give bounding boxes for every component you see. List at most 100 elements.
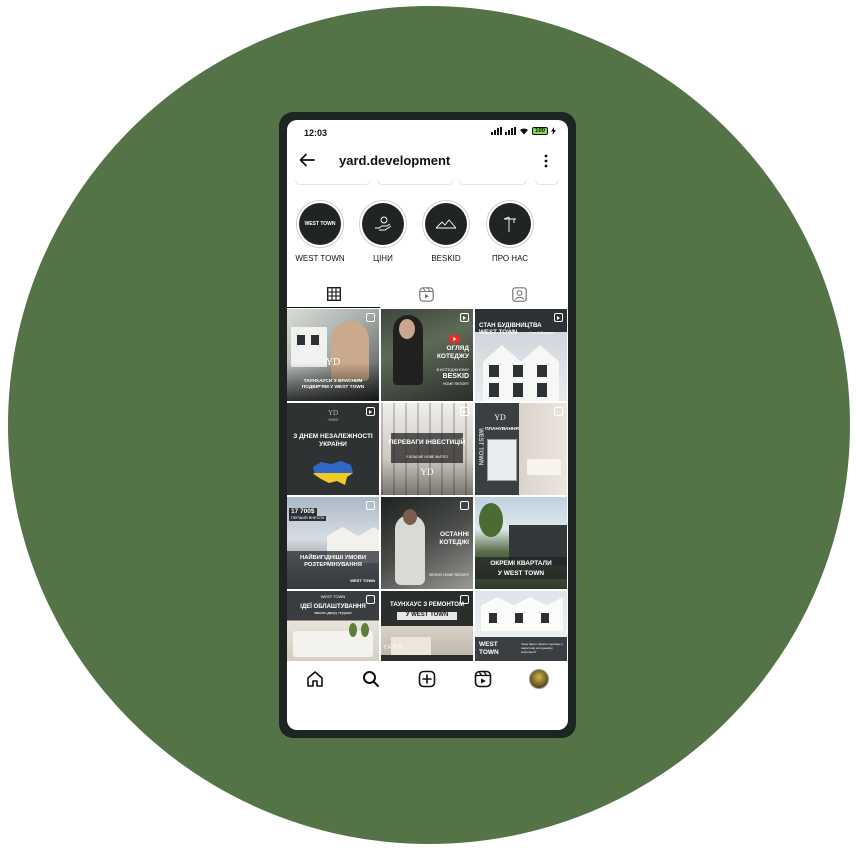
post-title: ОКРЕМІ КВАРТАЛИ [490,560,552,567]
post-brand: WEST TOWN [350,578,375,583]
highlight-label: ПРО НАС [491,254,529,263]
post-logo: YARD [383,645,404,651]
reel-icon [366,407,375,416]
carousel-icon [366,501,375,510]
status-time: 12:03 [304,128,328,138]
status-bar: 12:03 100 [287,120,568,144]
post-sub: Чому варто обрати таунхаус у закритому к… [521,642,563,654]
post-side-text: WEST TOWN [476,428,483,466]
home-icon [307,671,323,687]
post-title: ПЛАНУВАННЯ [485,427,519,432]
carousel-icon [554,407,563,416]
carousel-icon [366,595,375,604]
post-date: з 1 по 9 березня [527,331,554,335]
nav-create[interactable] [417,669,437,689]
post-tile[interactable]: ОГЛЯД КОТЕДЖУ В КОТЕДЖНОМУ BESKID HOME R… [381,309,473,401]
highlight-about[interactable]: ПРО НАС [480,200,540,263]
post-tile[interactable]: ОКРЕМІ КВАРТАЛИ У WEST TOWN [475,497,567,589]
post-tile[interactable]: 17 700$ ПЕРШИЙ ВНЕСОК НАЙВИГІДНІШІ УМОВИ… [287,497,379,589]
grid-icon [326,286,341,301]
highlight-west-town[interactable]: WEST TOWN WEST TOWN [290,200,350,263]
post-logo-sub: YARD [327,417,339,422]
profile-tabs [287,280,568,308]
reels-icon [474,670,492,688]
signal-icon [491,127,502,135]
hand-coin-icon [375,216,392,231]
tab-posts[interactable] [287,280,380,308]
carousel-icon [460,501,469,510]
post-sub: У ВЛАСНЕ НОВЕ ЖИТЛО [405,455,449,459]
tagged-user-icon [512,286,527,302]
mountain-icon [436,219,456,229]
post-brand: У WEST TOWN [497,570,545,577]
action-button-edge[interactable] [377,180,453,185]
battery-icon: 100 [532,127,548,135]
youtube-play-icon [449,335,460,343]
nav-home[interactable] [305,669,325,689]
arrow-left-icon[interactable] [298,151,316,169]
story-highlights: WEST TOWN WEST TOWN ЦІНИ BESKID ПРО НАС [287,200,568,264]
post-title: З ДНЕМ НЕЗАЛЕЖНОСТІ УКРАЇНИ [293,433,373,449]
post-tile[interactable]: YD YARD З ДНЕМ НЕЗАЛЕЖНОСТІ УКРАЇНИ [287,403,379,495]
post-tile[interactable]: WEST TOWN YD ПЛАНУВАННЯ [475,403,567,495]
action-button-edge[interactable] [535,180,559,185]
post-title: НАЙВИГІДНІШІ УМОВИ РОЗТЕРМІНУВАННЯ [299,555,367,569]
post-brand: BESKID [442,373,469,380]
nav-reels[interactable] [473,669,493,689]
status-icons: 100 [491,127,556,135]
avatar [529,669,549,689]
phone-screen: 12:03 100 yard.development WEST TOWN WES… [287,120,568,730]
post-brand: WEST TOWN [320,594,346,599]
nav-profile[interactable] [529,669,549,689]
bottom-navigation [287,661,568,697]
post-brand: BESKID HOME RESORT [429,573,469,577]
post-logo: YD [325,357,341,368]
profile-username: yard.development [339,153,451,168]
post-tile[interactable]: ОСТАННІ КОТЕДЖІ BESKID HOME RESORT [381,497,473,589]
charging-icon [551,127,556,135]
highlight-label: BESKID [431,254,461,263]
post-price: 17 700$ [289,508,317,517]
post-logo: YD [420,467,434,477]
post-title: ПЕРЕВАГИ ІНВЕСТИЦІЙ [388,439,466,446]
more-vertical-icon[interactable] [544,154,548,168]
ukraine-map-icon [313,461,353,485]
post-sub: В КОТЕДЖНОМУ [436,367,469,372]
highlight-label: ЦІНИ [373,254,393,263]
post-title: WEST TOWN [479,641,499,657]
post-sub: вашого двору терраси [314,611,352,615]
highlight-beskid[interactable]: BESKID [416,200,476,263]
wifi-icon [520,128,528,135]
post-brand: У WEST TOWN [397,612,457,620]
post-title: ТАУНХАУС З РЕМОНТОМ [390,602,464,608]
profile-action-buttons [287,180,568,186]
crane-icon [503,216,516,232]
post-tile[interactable]: СТАН БУДІВНИЦТВА WEST TOWN з 1 по 9 бере… [475,309,567,401]
post-title: ОГЛЯД КОТЕДЖУ [436,345,469,361]
carousel-icon [366,313,375,322]
profile-header: yard.development [287,146,568,176]
west-town-logo: WEST TOWN [299,203,341,245]
post-tile[interactable]: ПЕРЕВАГИ ІНВЕСТИЦІЙ У ВЛАСНЕ НОВЕ ЖИТЛО … [381,403,473,495]
add-post-icon [418,670,436,688]
post-grid: YD ТАУНХАУСИ З ВЛАСНИМ ПОДВІР'ЯМ У WEST … [287,309,568,683]
highlight-label: WEST TOWN [295,254,345,263]
tab-tagged[interactable] [473,280,566,308]
tab-reels[interactable] [380,280,473,308]
action-button-edge[interactable] [459,180,527,185]
highlight-prices[interactable]: ЦІНИ [353,200,413,263]
reel-icon [460,407,469,416]
search-icon [363,671,379,687]
reels-icon [419,286,434,302]
post-price-sub: ПЕРШИЙ ВНЕСОК [289,516,327,521]
reel-icon [460,313,469,322]
post-tile[interactable]: YD ТАУНХАУСИ З ВЛАСНИМ ПОДВІР'ЯМ У WEST … [287,309,379,401]
action-button-edge[interactable] [295,180,371,185]
nav-search[interactable] [361,669,381,689]
post-brand-sub: HOME RESORT [443,382,469,386]
reel-icon [554,313,563,322]
carousel-icon [460,595,469,604]
post-logo: YD [494,413,506,422]
signal-icon-2 [505,127,516,135]
post-title: ОСТАННІ КОТЕДЖІ [439,531,469,547]
